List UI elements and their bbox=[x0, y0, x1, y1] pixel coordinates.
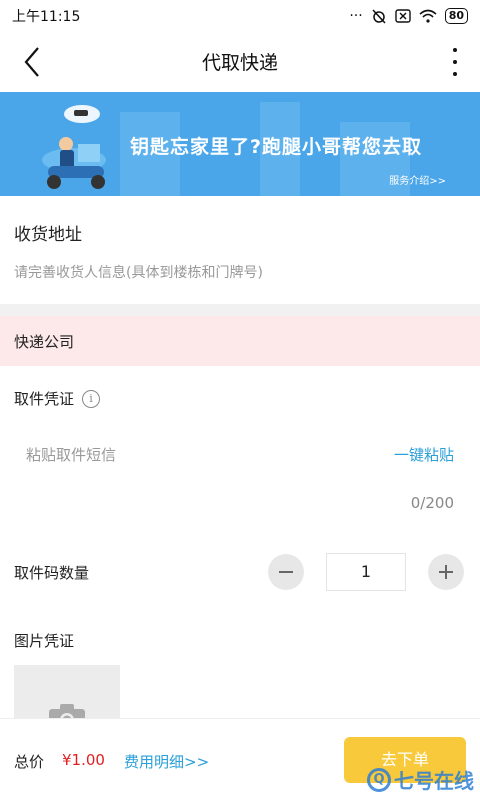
status-time: 上午11:15 bbox=[12, 9, 81, 25]
sms-textarea[interactable]: 粘贴取件短信 一键粘贴 0/200 bbox=[14, 426, 466, 528]
delivery-rider-illustration bbox=[42, 105, 106, 189]
status-bar: 上午11:15 ··· 80 bbox=[0, 0, 480, 32]
sms-char-counter: 0/200 bbox=[410, 494, 454, 512]
total-price: ¥1.00 bbox=[62, 751, 105, 769]
promo-banner[interactable]: 钥匙忘家里了?跑腿小哥帮您去取 服务介绍>> bbox=[0, 92, 480, 196]
section-divider bbox=[0, 304, 480, 316]
alarm-off-icon bbox=[372, 9, 386, 24]
info-icon[interactable]: i bbox=[82, 389, 101, 408]
wifi-icon bbox=[419, 9, 437, 23]
page-title: 代取快递 bbox=[201, 52, 278, 74]
service-intro-link[interactable]: 服务介绍>> bbox=[389, 172, 446, 187]
photo-upload-box[interactable] bbox=[14, 665, 120, 725]
total-label: 总价 bbox=[14, 753, 45, 771]
watermark-logo: Q bbox=[367, 767, 391, 792]
minus-icon bbox=[279, 571, 293, 573]
quantity-label: 取件码数量 bbox=[14, 564, 90, 582]
sms-placeholder[interactable]: 粘贴取件短信 bbox=[26, 444, 116, 465]
photo-proof-title: 图片凭证 bbox=[14, 632, 75, 650]
address-section[interactable]: 收货地址 请完善收货人信息(具体到楼栋和门牌号) bbox=[0, 196, 480, 304]
more-dots-icon: ··· bbox=[349, 8, 363, 24]
address-placeholder[interactable]: 请完善收货人信息(具体到楼栋和门牌号) bbox=[14, 262, 263, 282]
site-watermark: Q 七号在线 bbox=[367, 765, 474, 794]
courier-company-row[interactable]: 快递公司 bbox=[0, 316, 480, 366]
plus-icon bbox=[439, 565, 453, 579]
status-icons: ··· 80 bbox=[349, 8, 468, 24]
more-vertical-icon[interactable] bbox=[450, 44, 460, 80]
sim-off-icon bbox=[394, 9, 411, 23]
nav-bar: 代取快递 bbox=[0, 32, 480, 92]
watermark-text: 七号在线 bbox=[394, 769, 474, 793]
fee-detail-link[interactable]: 费用明细>> bbox=[124, 751, 209, 772]
courier-company-label: 快递公司 bbox=[14, 333, 75, 351]
address-title: 收货地址 bbox=[14, 225, 82, 245]
one-click-paste-button[interactable]: 一键粘贴 bbox=[394, 444, 454, 465]
banner-headline: 钥匙忘家里了?跑腿小哥帮您去取 bbox=[130, 136, 423, 158]
pickup-proof-title: 取件凭证 i bbox=[14, 388, 101, 409]
minus-button[interactable] bbox=[268, 554, 304, 590]
pickup-code-quantity-row: 取件码数量 1 bbox=[0, 550, 480, 594]
quantity-input[interactable]: 1 bbox=[326, 553, 406, 591]
pickup-proof-label: 取件凭证 bbox=[14, 390, 75, 408]
plus-button[interactable] bbox=[428, 554, 464, 590]
battery-icon: 80 bbox=[444, 8, 468, 24]
